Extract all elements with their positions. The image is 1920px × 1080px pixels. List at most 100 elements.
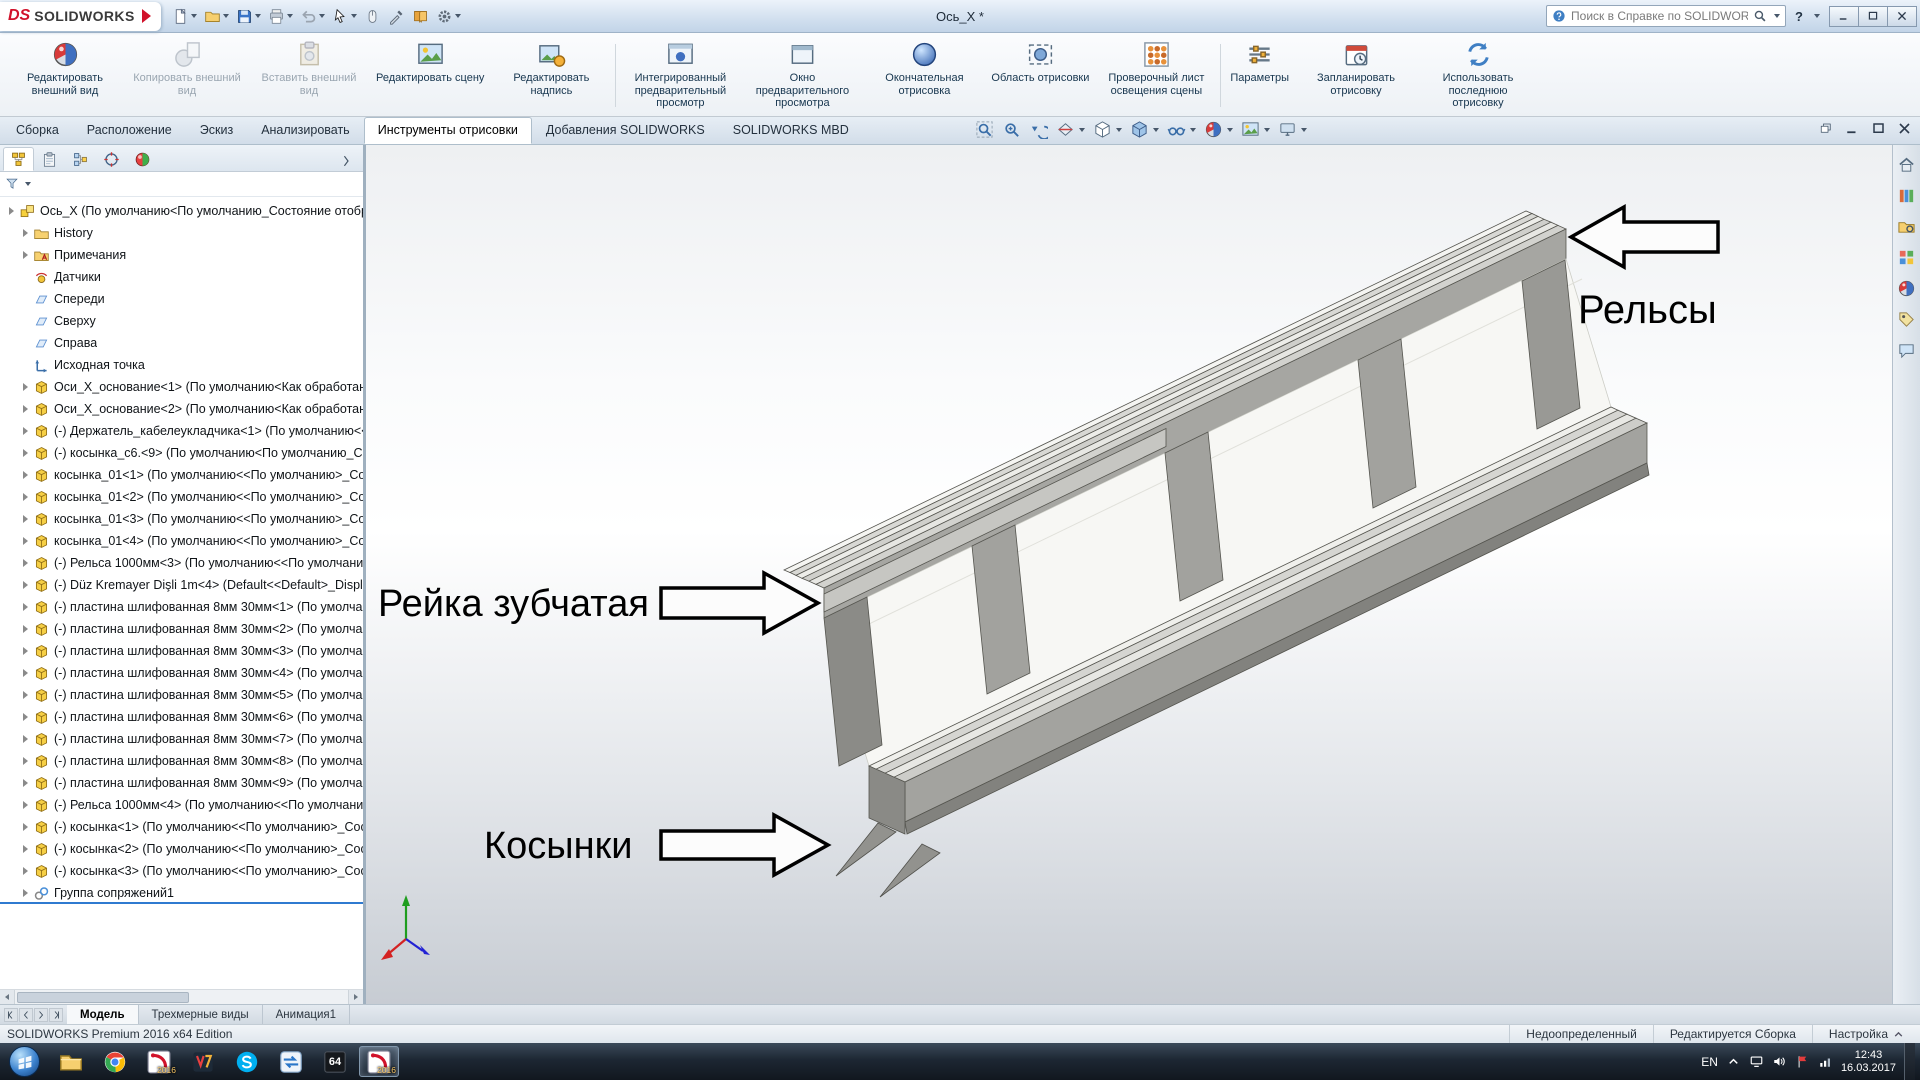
tree-item[interactable]: (-) пластина шлифованная 8мм 30мм<9> (По… (0, 772, 363, 794)
network-icon[interactable] (1818, 1054, 1833, 1069)
taskbar-app-explorer[interactable] (51, 1046, 91, 1077)
expander-icon[interactable] (19, 471, 32, 479)
ribbon-button[interactable]: Редактировать сцену (370, 36, 490, 115)
navnext-button[interactable] (34, 1008, 48, 1022)
expander-icon[interactable] (19, 647, 32, 655)
expander-icon[interactable] (19, 229, 32, 237)
expander-icon[interactable] (19, 427, 32, 435)
print-button[interactable] (265, 6, 296, 27)
new-document-button[interactable] (169, 6, 200, 27)
status-customize[interactable]: Настройка (1812, 1025, 1920, 1043)
book-button[interactable] (409, 6, 432, 27)
tree-item[interactable]: Датчики (0, 266, 363, 288)
ribbon-button[interactable]: Окно предварительного просмотра (741, 36, 863, 115)
mouse-button[interactable] (361, 6, 384, 27)
dropdown-arrow-icon[interactable] (287, 14, 293, 18)
dropdown-arrow-icon[interactable] (1227, 128, 1233, 132)
tree-item[interactable]: Спереди (0, 288, 363, 310)
help-search-box[interactable]: Поиск в Справке по SOLIDWORKS (1546, 5, 1786, 27)
minimize-button[interactable] (1829, 6, 1859, 27)
expander-icon[interactable] (19, 713, 32, 721)
dropdown-arrow-icon[interactable] (1301, 128, 1307, 132)
filter-dropdown-icon[interactable] (25, 182, 31, 186)
expander-icon[interactable] (5, 207, 18, 215)
taskpane-library-button[interactable] (1897, 186, 1916, 205)
tab-configuration-manager[interactable] (65, 147, 96, 171)
doc-max-button[interactable] (1871, 121, 1886, 136)
expander-icon[interactable] (19, 823, 32, 831)
expander-icon[interactable] (19, 603, 32, 611)
dropdown-arrow-icon[interactable] (255, 14, 261, 18)
model-3d-view[interactable]: Рельсы Рейка зубчатая Косынки (366, 145, 1892, 1004)
command-tab[interactable]: Сборка (2, 117, 73, 144)
taskbar-app-v75-app[interactable] (183, 1046, 223, 1077)
ribbon-button[interactable]: Редактировать надпись (490, 36, 612, 115)
ribbon-button[interactable]: Область отрисовки (985, 36, 1095, 115)
expander-icon[interactable] (19, 889, 32, 897)
expander-icon[interactable] (19, 779, 32, 787)
expander-icon[interactable] (19, 383, 32, 391)
dropdown-arrow-icon[interactable] (1116, 128, 1122, 132)
taskpane-forum-button[interactable] (1897, 341, 1916, 360)
expander-icon[interactable] (19, 867, 32, 875)
volume-icon[interactable] (1772, 1054, 1787, 1069)
expander-icon[interactable] (19, 757, 32, 765)
expander-icon[interactable] (19, 493, 32, 501)
tree-item[interactable]: (-) косынка_с6.<9> (По умолчанию<По умол… (0, 442, 363, 464)
undo-button[interactable] (297, 6, 328, 27)
taskpane-appearance-ball-button[interactable] (1897, 279, 1916, 298)
tab-property-manager[interactable] (34, 147, 65, 171)
tree-item[interactable]: Примечания (0, 244, 363, 266)
start-button[interactable] (9, 1046, 40, 1077)
zoom-area-button[interactable] (1002, 120, 1021, 139)
expander-icon[interactable] (19, 449, 32, 457)
tree-item[interactable]: (-) пластина шлифованная 8мм 30мм<2> (По… (0, 618, 363, 640)
ribbon-button[interactable]: Запланировать отрисовку (1295, 36, 1417, 115)
section-view-button[interactable] (1056, 120, 1085, 139)
tree-item[interactable]: Оси_X_основание<2> (По умолчанию<Как обр… (0, 398, 363, 420)
expander-icon[interactable] (19, 515, 32, 523)
save-button[interactable] (233, 6, 264, 27)
tree-item[interactable]: Исходная точка (0, 354, 363, 376)
zoom-fit-button[interactable] (975, 120, 994, 139)
dropdown-arrow-icon[interactable] (455, 14, 461, 18)
taskbar-clock[interactable]: 12:43 16.03.2017 (1841, 1049, 1896, 1074)
doc-tab[interactable]: Анимация1 (263, 1005, 350, 1024)
command-tab[interactable]: Добавления SOLIDWORKS (532, 117, 719, 144)
command-tab[interactable]: SOLIDWORKS MBD (719, 117, 863, 144)
tree-item[interactable]: косынка_01<4> (По умолчанию<<По умолчани… (0, 530, 363, 552)
expander-icon[interactable] (19, 845, 32, 853)
tree-item[interactable]: косынка_01<1> (По умолчанию<<По умолчани… (0, 464, 363, 486)
taskpane-explorer-button[interactable] (1897, 217, 1916, 236)
tree-item[interactable]: (-) Рельса 1000мм<4> (По умолчанию<<По у… (0, 794, 363, 816)
dropdown-arrow-icon[interactable] (319, 14, 325, 18)
tree-item[interactable]: (-) Держатель_кабелеукладчика<1> (По умо… (0, 420, 363, 442)
gear-button[interactable] (433, 6, 464, 27)
expander-icon[interactable] (19, 581, 32, 589)
panel-flyout-arrow-icon[interactable] (342, 155, 363, 171)
tree-item[interactable]: косынка_01<3> (По умолчанию<<По умолчани… (0, 508, 363, 530)
taskpane-home-button[interactable] (1897, 155, 1916, 174)
taskbar-app-chrome[interactable] (95, 1046, 135, 1077)
tree-item[interactable]: (-) пластина шлифованная 8мм 30мм<8> (По… (0, 750, 363, 772)
tree-item[interactable]: (-) пластина шлифованная 8мм 30мм<5> (По… (0, 684, 363, 706)
tree-item[interactable]: (-) Düz Kremayer Dişli 1m<4> (Default<<D… (0, 574, 363, 596)
expander-icon[interactable] (19, 251, 32, 259)
expander-icon[interactable] (19, 537, 32, 545)
expander-icon[interactable] (19, 405, 32, 413)
tab-dimxpert-manager[interactable] (96, 147, 127, 171)
help-dropdown-icon[interactable] (1814, 14, 1820, 18)
ribbon-button[interactable]: Проверочный лист освещения сцены (1095, 36, 1217, 115)
doc-tab[interactable]: Трехмерные виды (139, 1005, 263, 1024)
expander-icon[interactable] (19, 669, 32, 677)
tree-filter-row[interactable] (0, 172, 363, 197)
scroll-right-arrow[interactable] (348, 990, 363, 1004)
dropdown-arrow-icon[interactable] (1079, 128, 1085, 132)
dropdown-arrow-icon[interactable] (1153, 128, 1159, 132)
expander-icon[interactable] (19, 625, 32, 633)
ribbon-button[interactable]: Редактировать внешний вид (4, 36, 126, 115)
scroll-left-arrow[interactable] (0, 990, 15, 1004)
taskbar-app-skype[interactable] (227, 1046, 267, 1077)
filter-funnel-icon[interactable] (5, 177, 19, 191)
tab-feature-manager[interactable] (3, 147, 34, 171)
